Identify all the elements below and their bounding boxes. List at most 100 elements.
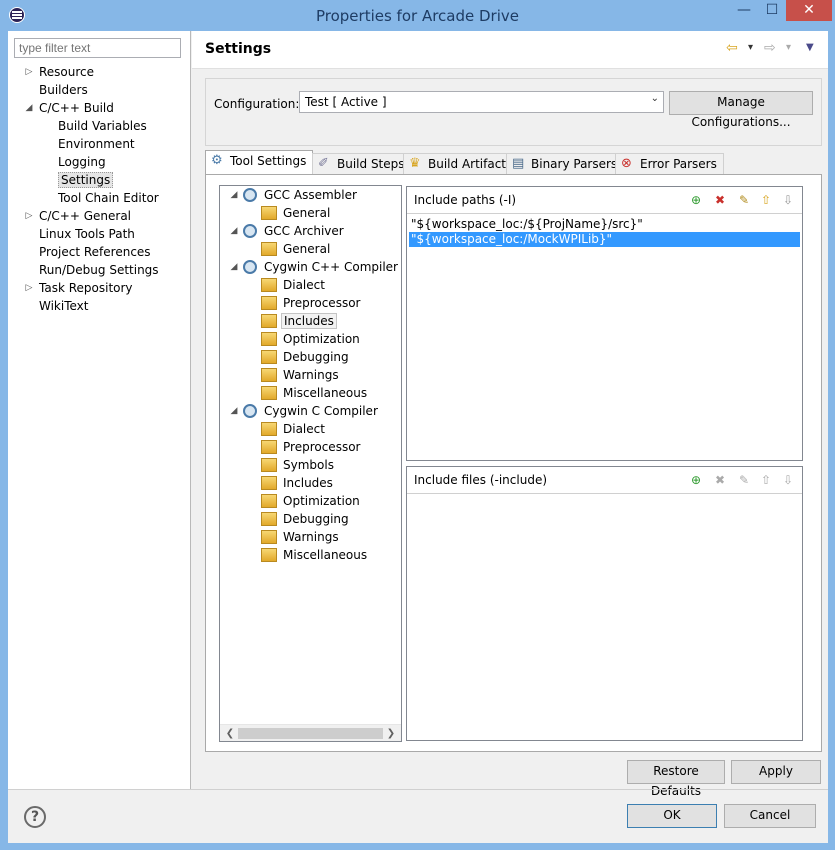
configuration-label: Configuration: xyxy=(214,97,300,111)
view-menu-icon[interactable]: ▼ xyxy=(806,40,814,56)
tab-build-artifact[interactable]: ♛ Build Artifact xyxy=(403,153,513,174)
tool-item[interactable]: ◢ Cygwin C++ Compiler xyxy=(231,258,400,276)
settings-tabs: ⚙ Tool Settings ✐ Build Steps ♛ Build Artifac… xyxy=(205,150,822,175)
tool-tree-label: Optimization xyxy=(283,494,360,508)
tool-tree-label: Debugging xyxy=(283,512,349,526)
tool-option-item[interactable]: Debugging xyxy=(261,348,351,366)
tab-label: Binary Parsers xyxy=(531,157,618,171)
manage-configurations-button[interactable]: Manage Configurations... xyxy=(669,91,813,129)
include-path-row[interactable]: "${workspace_loc:/MockWPILib}" xyxy=(409,232,800,247)
tab-error-parsers[interactable]: ⊗ Error Parsers xyxy=(615,153,724,174)
option-folder-icon xyxy=(261,386,277,400)
tool-option-item[interactable]: General xyxy=(261,204,332,222)
tool-option-item[interactable]: Optimization xyxy=(261,492,362,510)
delete-path-icon[interactable]: ✖ xyxy=(712,192,728,208)
tool-tree-label: Warnings xyxy=(283,368,339,382)
scroll-left-icon[interactable]: ❮ xyxy=(222,725,238,741)
tab-tool-settings[interactable]: ⚙ Tool Settings xyxy=(205,150,314,175)
collapse-arrow-icon[interactable]: ◢ xyxy=(228,402,240,420)
tool-option-item[interactable]: Warnings xyxy=(261,528,341,546)
maximize-button[interactable]: ☐ xyxy=(758,0,786,21)
option-folder-icon xyxy=(261,440,277,454)
forward-arrow-icon[interactable]: ⇨ xyxy=(764,40,776,56)
nav-item-resource[interactable]: ▷ Resource xyxy=(26,63,95,81)
collapse-arrow-icon[interactable]: ◢ xyxy=(23,99,35,117)
edit-path-icon[interactable]: ✎ xyxy=(736,192,752,208)
tab-binary-parsers[interactable]: ▤ Binary Parsers xyxy=(506,153,625,174)
tool-item[interactable]: ◢ GCC Archiver xyxy=(231,222,346,240)
move-down-icon[interactable]: ⇩ xyxy=(780,192,796,208)
dialog-client-area: ▷ Resource Builders ◢ C/C++ Build Build Varia… xyxy=(8,31,828,843)
tool-option-item[interactable]: Includes xyxy=(261,312,337,330)
tab-label: Build Steps xyxy=(337,157,405,171)
nav-item-project-references[interactable]: Project References xyxy=(39,243,151,261)
tool-option-item[interactable]: Warnings xyxy=(261,366,341,384)
nav-item-c-c-build[interactable]: ◢ C/C++ Build xyxy=(26,99,114,117)
option-folder-icon xyxy=(261,368,277,382)
tool-tree-horizontal-scrollbar[interactable]: ❮ ❯ xyxy=(220,724,401,741)
tool-settings-panel: ◢ GCC Assembler General ◢ GCC Archiver Genera… xyxy=(205,174,822,752)
apply-button[interactable]: Apply xyxy=(731,760,821,784)
edit-file-icon[interactable]: ✎ xyxy=(736,472,752,488)
tool-option-item[interactable]: Debugging xyxy=(261,510,351,528)
tool-option-item[interactable]: Optimization xyxy=(261,330,362,348)
move-up-file-icon[interactable]: ⇧ xyxy=(758,472,774,488)
scroll-right-icon[interactable]: ❯ xyxy=(383,725,399,741)
tool-tree-label: Cygwin C Compiler xyxy=(264,404,378,418)
delete-file-icon[interactable]: ✖ xyxy=(712,472,728,488)
move-down-file-icon[interactable]: ⇩ xyxy=(780,472,796,488)
expand-arrow-icon[interactable]: ▷ xyxy=(23,279,35,297)
tool-option-item[interactable]: Miscellaneous xyxy=(261,546,369,564)
nav-item-label: Linux Tools Path xyxy=(39,227,135,241)
tool-option-item[interactable]: Preprocessor xyxy=(261,438,362,456)
nav-item-environment[interactable]: Environment xyxy=(58,135,135,153)
back-history-dropdown[interactable]: ▾ xyxy=(748,40,753,56)
help-icon[interactable]: ? xyxy=(24,806,46,828)
option-folder-icon xyxy=(261,350,277,364)
tab-build-steps[interactable]: ✐ Build Steps xyxy=(312,153,412,174)
nav-item-logging[interactable]: Logging xyxy=(58,153,106,171)
option-folder-icon xyxy=(261,332,277,346)
nav-item-tool-chain-editor[interactable]: Tool Chain Editor xyxy=(58,189,159,207)
tool-gear-icon xyxy=(243,260,257,274)
close-button[interactable]: ✕ xyxy=(786,0,832,21)
nav-item-builders[interactable]: Builders xyxy=(39,81,88,99)
collapse-arrow-icon[interactable]: ◢ xyxy=(228,186,240,204)
nav-item-run-debug-settings[interactable]: Run/Debug Settings xyxy=(39,261,159,279)
tool-option-item[interactable]: Miscellaneous xyxy=(261,384,369,402)
ok-button[interactable]: OK xyxy=(627,804,717,828)
nav-item-task-repository[interactable]: ▷ Task Repository xyxy=(26,279,133,297)
tool-tree-label: GCC Assembler xyxy=(264,188,357,202)
tool-option-item[interactable]: Dialect xyxy=(261,420,327,438)
configuration-select[interactable]: Test [ Active ] ⌄ xyxy=(299,91,664,113)
nav-item-build-variables[interactable]: Build Variables xyxy=(58,117,147,135)
binary-parsers-icon: ▤ xyxy=(512,156,525,171)
nav-item-c-c-general[interactable]: ▷ C/C++ General xyxy=(26,207,131,225)
restore-defaults-button[interactable]: Restore Defaults xyxy=(627,760,725,798)
tool-tree-label: Optimization xyxy=(283,332,360,346)
expand-arrow-icon[interactable]: ▷ xyxy=(23,207,35,225)
add-file-icon[interactable]: ⊕ xyxy=(688,472,704,488)
cancel-button[interactable]: Cancel xyxy=(724,804,816,828)
tool-option-item[interactable]: Includes xyxy=(261,474,335,492)
move-up-icon[interactable]: ⇧ xyxy=(758,192,774,208)
tool-option-item[interactable]: General xyxy=(261,240,332,258)
tool-option-item[interactable]: Preprocessor xyxy=(261,294,362,312)
add-path-icon[interactable]: ⊕ xyxy=(688,192,704,208)
scrollbar-thumb[interactable] xyxy=(238,728,383,739)
tool-option-item[interactable]: Symbols xyxy=(261,456,336,474)
nav-item-settings[interactable]: Settings xyxy=(58,171,114,189)
nav-item-wikitext[interactable]: WikiText xyxy=(39,297,89,315)
expand-arrow-icon[interactable]: ▷ xyxy=(23,63,35,81)
include-path-row[interactable]: "${workspace_loc:/${ProjName}/src}" xyxy=(409,217,800,232)
minimize-button[interactable]: — xyxy=(730,0,758,21)
back-arrow-icon[interactable]: ⇦ xyxy=(726,40,738,56)
forward-history-dropdown[interactable]: ▾ xyxy=(786,40,791,56)
tool-item[interactable]: ◢ GCC Assembler xyxy=(231,186,359,204)
collapse-arrow-icon[interactable]: ◢ xyxy=(228,222,240,240)
tool-item[interactable]: ◢ Cygwin C Compiler xyxy=(231,402,380,420)
nav-item-linux-tools-path[interactable]: Linux Tools Path xyxy=(39,225,135,243)
filter-input[interactable] xyxy=(14,38,181,58)
tool-option-item[interactable]: Dialect xyxy=(261,276,327,294)
collapse-arrow-icon[interactable]: ◢ xyxy=(228,258,240,276)
